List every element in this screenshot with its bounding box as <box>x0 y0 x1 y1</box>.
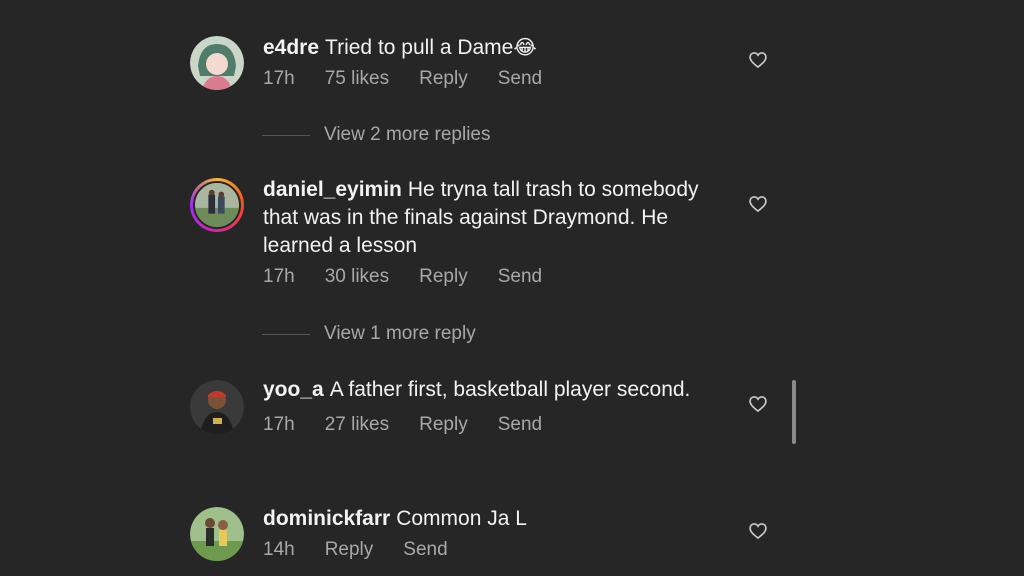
heart-outline-icon[interactable] <box>748 521 768 541</box>
comments-screen: e4dre Tried to pull a Dame😂 17h 75 likes … <box>0 0 1024 576</box>
comment-body: daniel_eyimin He tryna tall trash to some… <box>263 176 703 288</box>
comment-item: daniel_eyimin He tryna tall trash to some… <box>190 176 790 296</box>
comment-body: dominickfarr Common Ja L 14h Reply Send <box>263 505 703 561</box>
comment-likes[interactable]: 30 likes <box>325 266 389 288</box>
laughing-emoji: 😂 <box>513 37 537 59</box>
comment-body: e4dre Tried to pull a Dame😂 17h 75 likes … <box>263 34 703 90</box>
comment-content: Common Ja L <box>396 507 527 530</box>
comment-time: 17h <box>263 68 295 89</box>
divider-line <box>262 134 310 136</box>
heart-outline-icon[interactable] <box>748 194 768 214</box>
comment-text: dominickfarr Common Ja L <box>263 505 703 533</box>
comment-item: yoo_a A father first, basketball player s… <box>190 376 790 468</box>
reply-button[interactable]: Reply <box>419 266 468 288</box>
view-more-replies-button[interactable]: View 2 more replies <box>262 124 491 146</box>
send-button[interactable]: Send <box>498 68 542 90</box>
comment-username[interactable]: daniel_eyimin <box>263 178 402 201</box>
divider-line <box>262 333 310 335</box>
view-more-replies-button[interactable]: View 1 more reply <box>262 323 476 345</box>
scrollbar-thumb[interactable] <box>792 380 796 444</box>
comment-username[interactable]: dominickfarr <box>263 507 390 530</box>
comment-text: e4dre Tried to pull a Dame😂 <box>263 34 703 62</box>
comment-time: 17h <box>263 266 295 287</box>
send-button[interactable]: Send <box>498 266 542 288</box>
avatar[interactable] <box>190 36 244 90</box>
avatar <box>193 181 241 229</box>
heart-outline-icon[interactable] <box>748 50 768 70</box>
view-more-label[interactable]: View 1 more reply <box>324 323 476 345</box>
comment-text: daniel_eyimin He tryna tall trash to some… <box>263 176 703 260</box>
comment-body: yoo_a A father first, basketball player s… <box>263 376 703 436</box>
comment-username[interactable]: yoo_a <box>263 378 324 401</box>
comment-time: 17h <box>263 414 295 435</box>
send-button[interactable]: Send <box>498 414 542 436</box>
reply-button[interactable]: Reply <box>419 68 468 90</box>
view-more-label[interactable]: View 2 more replies <box>324 124 491 146</box>
comment-content: A father first, basketball player second… <box>329 378 691 401</box>
comment-meta: 17h 75 likes Reply Send <box>263 68 703 90</box>
reply-button[interactable]: Reply <box>419 414 468 436</box>
comment-likes[interactable]: 75 likes <box>325 68 389 90</box>
comment-meta: 14h Reply Send <box>263 539 703 561</box>
comment-likes[interactable]: 27 likes <box>325 414 389 436</box>
reply-button[interactable]: Reply <box>325 539 374 561</box>
comment-item: e4dre Tried to pull a Dame😂 17h 75 likes … <box>190 34 790 104</box>
comment-time: 14h <box>263 539 295 560</box>
comment-meta: 17h 27 likes Reply Send <box>263 414 703 436</box>
comment-item: dominickfarr Common Ja L 14h Reply Send <box>190 505 790 575</box>
send-button[interactable]: Send <box>403 539 447 561</box>
comment-text: yoo_a A father first, basketball player s… <box>263 376 703 404</box>
avatar[interactable] <box>190 380 244 434</box>
comment-content: Tried to pull a Dame <box>325 36 514 59</box>
heart-outline-icon[interactable] <box>748 394 768 414</box>
comment-meta: 17h 30 likes Reply Send <box>263 266 703 288</box>
avatar[interactable] <box>190 507 244 561</box>
avatar-story-ring[interactable] <box>190 178 244 232</box>
comment-username[interactable]: e4dre <box>263 36 319 59</box>
